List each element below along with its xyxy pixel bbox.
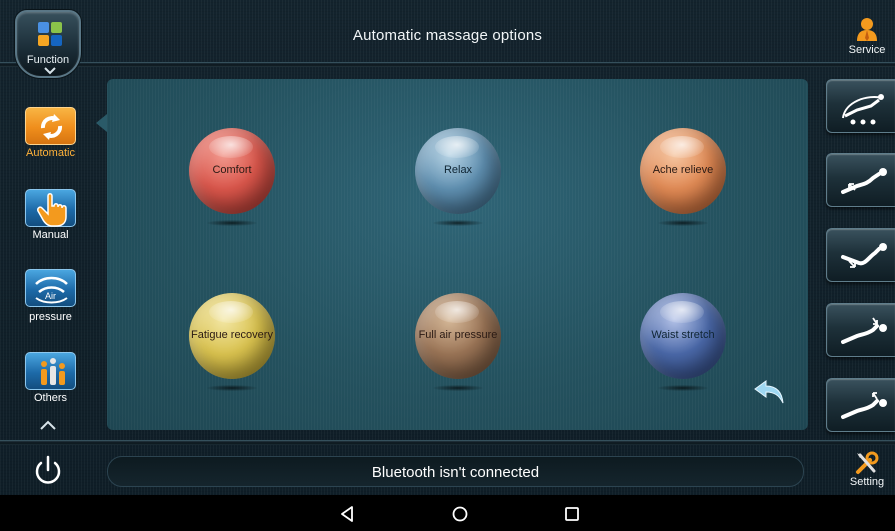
option-label: Comfort xyxy=(212,164,252,176)
bottom-divider xyxy=(0,440,895,445)
option-full-air-pressure[interactable]: Full air pressure xyxy=(415,293,501,393)
option-ache-relieve[interactable]: Ache relieve xyxy=(640,128,726,228)
app-screen: Automatic massage options Function Servi… xyxy=(0,0,895,495)
ball-shadow xyxy=(433,220,483,226)
preset-recline-4[interactable] xyxy=(826,378,895,432)
zero-gravity-icon xyxy=(842,94,884,125)
ball-shadow xyxy=(207,220,257,226)
back-arrow-icon[interactable] xyxy=(752,377,786,405)
sidebar-item-automatic[interactable]: Automatic xyxy=(20,101,81,161)
option-fatigue-recovery[interactable]: Fatigue recovery xyxy=(189,293,275,393)
function-button[interactable]: Function xyxy=(15,10,81,78)
function-label: Function xyxy=(26,54,70,66)
sidebar-item-label: pressure xyxy=(29,311,72,323)
setting-button[interactable]: Setting xyxy=(841,451,893,491)
recline-down-right-icon xyxy=(841,243,887,268)
ball-shadow xyxy=(658,385,708,391)
service-label: Service xyxy=(848,44,886,56)
sidebar-item-others[interactable]: Others xyxy=(20,346,81,406)
option-waist-stretch[interactable]: Waist stretch xyxy=(640,293,726,393)
option-comfort[interactable]: Comfort xyxy=(189,128,275,228)
ball-shadow xyxy=(207,385,257,391)
option-label: Fatigue recovery xyxy=(191,329,273,341)
air-icon-text: Air xyxy=(45,291,56,301)
service-button[interactable]: Service xyxy=(841,14,893,60)
people-icon xyxy=(25,352,76,390)
option-label: Waist stretch xyxy=(651,329,715,341)
option-label: Full air pressure xyxy=(418,329,498,341)
function-grid-icon xyxy=(38,22,62,46)
ball-shadow xyxy=(658,220,708,226)
sidebar-item-manual[interactable]: Manual xyxy=(20,183,81,243)
option-label: Ache relieve xyxy=(652,164,714,176)
chevron-down-icon xyxy=(44,67,56,75)
page-title: Automatic massage options xyxy=(352,27,543,44)
hand-pointer-icon xyxy=(25,189,76,227)
option-label: Relax xyxy=(443,164,473,176)
panel-pointer xyxy=(96,114,107,132)
setting-label: Setting xyxy=(849,476,885,488)
android-nav-bar xyxy=(0,495,895,531)
option-relax[interactable]: Relax xyxy=(415,128,501,228)
sidebar-item-label: Automatic xyxy=(26,147,75,159)
bluetooth-status: Bluetooth isn't connected xyxy=(371,464,540,481)
preset-recline-2[interactable] xyxy=(826,228,895,282)
back-triangle-icon[interactable] xyxy=(338,505,356,523)
recline-down-up-icon xyxy=(841,317,887,344)
recline-up-icon xyxy=(841,392,887,419)
header-divider xyxy=(0,62,895,67)
air-pressure-icon: Air xyxy=(25,269,76,307)
recents-square-icon[interactable] xyxy=(563,505,581,523)
tools-icon xyxy=(856,451,879,474)
sidebar-item-air-pressure[interactable]: Air pressure xyxy=(20,263,81,329)
preset-recline-1[interactable] xyxy=(826,153,895,207)
ball-shadow xyxy=(433,385,483,391)
power-icon[interactable] xyxy=(30,452,66,488)
sidebar-item-label: Manual xyxy=(32,229,69,241)
status-bar: Bluetooth isn't connected xyxy=(107,456,804,487)
recline-up-left-icon xyxy=(841,168,887,194)
header: Automatic massage options Function Servi… xyxy=(0,0,895,78)
sidebar-item-label: Others xyxy=(33,392,67,404)
preset-zero-gravity[interactable] xyxy=(826,79,895,133)
chevron-up-icon[interactable] xyxy=(40,420,56,430)
auto-cycle-icon xyxy=(25,107,76,145)
preset-recline-3[interactable] xyxy=(826,303,895,357)
service-person-icon xyxy=(857,18,877,41)
home-circle-icon[interactable] xyxy=(451,505,469,523)
